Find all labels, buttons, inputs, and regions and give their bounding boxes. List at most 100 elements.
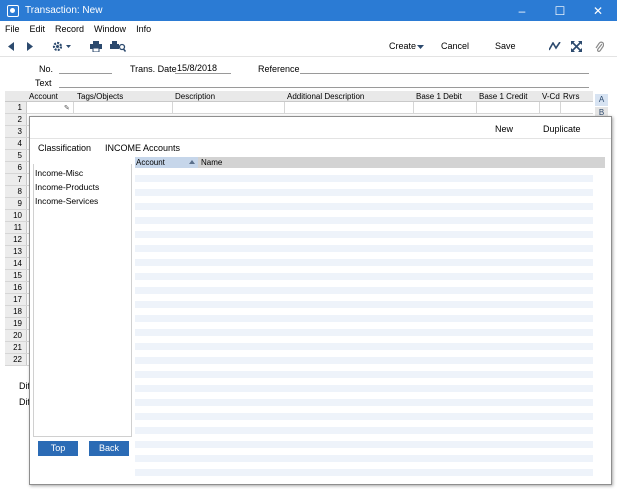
graph-icon[interactable] — [548, 40, 561, 53]
classification-list: Income-Misc Income-Products Income-Servi… — [33, 164, 132, 437]
row-number: 8 — [5, 186, 27, 197]
maximize-button[interactable]: ☐ — [541, 0, 579, 21]
list-row-stripe — [135, 231, 593, 238]
row-number: 14 — [5, 258, 27, 269]
duplicate-button[interactable]: Duplicate — [543, 124, 581, 134]
row-number: 22 — [5, 354, 27, 365]
account-selection-window: New Duplicate Classification INCOME Acco… — [29, 116, 612, 485]
col-tags-objects[interactable]: Tags/Objects — [77, 92, 123, 101]
trans-date-field[interactable]: 15/8/2018 — [175, 63, 231, 74]
list-item[interactable]: Income-Products — [35, 182, 99, 192]
window-controls: – ☐ ✕ — [503, 0, 617, 21]
no-field[interactable] — [59, 63, 112, 74]
new-button[interactable]: New — [495, 124, 513, 134]
row-number: 18 — [5, 306, 27, 317]
row-number: 12 — [5, 234, 27, 245]
list-item[interactable]: Income-Misc — [35, 168, 83, 178]
classification-value[interactable]: INCOME Accounts — [105, 143, 180, 153]
row-number: 16 — [5, 282, 27, 293]
minimize-button[interactable]: – — [503, 0, 541, 21]
list-row-stripe — [135, 287, 593, 294]
menu-window[interactable]: Window — [89, 24, 131, 34]
accounts-list-header: Account Name — [135, 157, 605, 168]
gear-icon[interactable] — [52, 40, 72, 53]
list-row-stripe — [135, 427, 593, 434]
print-preview-icon[interactable] — [110, 40, 126, 53]
create-dropdown-icon[interactable] — [416, 40, 424, 53]
list-row-stripe — [135, 273, 593, 280]
row-number: 5 — [5, 150, 27, 161]
classification-label: Classification — [38, 143, 92, 153]
save-button[interactable]: Save — [495, 41, 516, 51]
list-row-stripe — [135, 385, 593, 392]
trans-date-label: Trans. Date — [130, 64, 177, 74]
paste-special-icon[interactable]: ✎ — [64, 104, 70, 112]
row-number: 2 — [5, 114, 27, 125]
sort-ascending-icon — [189, 160, 195, 164]
row-number: 20 — [5, 330, 27, 341]
list-row-stripe — [135, 189, 593, 196]
row-number: 21 — [5, 342, 27, 353]
col-base1-credit[interactable]: Base 1 Credit — [479, 92, 527, 101]
grid-header: Account Tags/Objects Description Additio… — [5, 91, 593, 102]
attachment-icon[interactable] — [594, 40, 605, 53]
text-label: Text — [35, 78, 52, 88]
menu-record[interactable]: Record — [50, 24, 89, 34]
create-button[interactable]: Create — [389, 41, 416, 51]
row-number: 10 — [5, 210, 27, 221]
list-row-stripe — [135, 371, 593, 378]
col-base1-debit[interactable]: Base 1 Debit — [416, 92, 462, 101]
title-bar: Transaction: New – ☐ ✕ — [0, 0, 617, 21]
col-account[interactable]: Account — [29, 92, 58, 101]
row-number: 11 — [5, 222, 27, 233]
row-number: 3 — [5, 126, 27, 137]
grid-row[interactable]: 1 — [5, 102, 593, 114]
list-row-stripe — [135, 399, 593, 406]
list-row-stripe — [135, 441, 593, 448]
row-number: 6 — [5, 162, 27, 173]
col-additional-description[interactable]: Additional Description — [287, 92, 364, 101]
close-button[interactable]: ✕ — [579, 0, 617, 21]
grid-column-separator — [476, 102, 477, 114]
expand-icon[interactable] — [570, 40, 582, 53]
menu-edit[interactable]: Edit — [25, 24, 51, 34]
window-title: Transaction: New — [25, 5, 103, 16]
row-number: 1 — [5, 102, 27, 113]
top-button[interactable]: Top — [38, 441, 78, 456]
cancel-button[interactable]: Cancel — [441, 41, 469, 51]
row-number: 4 — [5, 138, 27, 149]
list-row-stripe — [135, 259, 593, 266]
menu-file[interactable]: File — [0, 24, 25, 34]
row-number: 19 — [5, 318, 27, 329]
list-row-stripe — [135, 357, 593, 364]
list-row-stripe — [135, 175, 593, 182]
reference-field[interactable] — [300, 63, 589, 74]
list-row-stripe — [135, 203, 593, 210]
menu-info[interactable]: Info — [131, 24, 156, 34]
back-arrow-icon[interactable] — [7, 40, 16, 53]
col-description[interactable]: Description — [175, 92, 215, 101]
grid-column-separator — [172, 102, 173, 114]
grid-column-separator — [413, 102, 414, 114]
grid-column-separator — [560, 102, 561, 114]
list-row-stripe — [135, 413, 593, 420]
toolbar: Create Cancel Save — [0, 36, 617, 57]
app-icon — [7, 4, 19, 17]
col-vcd[interactable]: V-Cd — [542, 92, 560, 101]
col-rvrs[interactable]: Rvrs — [563, 92, 579, 101]
no-label: No. — [39, 64, 54, 74]
row-number: 9 — [5, 198, 27, 209]
accounts-list: Account Name — [135, 157, 605, 477]
list-item[interactable]: Income-Services — [35, 196, 98, 206]
print-icon[interactable] — [90, 40, 102, 53]
row-number: 17 — [5, 294, 27, 305]
list-row-stripe — [135, 343, 593, 350]
row-number: 7 — [5, 174, 27, 185]
forward-arrow-icon[interactable] — [25, 40, 34, 53]
tab-a[interactable]: A — [595, 94, 608, 106]
col-header-name[interactable]: Name — [201, 157, 222, 168]
back-button[interactable]: Back — [89, 441, 129, 456]
text-field[interactable] — [59, 77, 589, 88]
grid-column-separator — [539, 102, 540, 114]
list-row-stripe — [135, 469, 593, 476]
